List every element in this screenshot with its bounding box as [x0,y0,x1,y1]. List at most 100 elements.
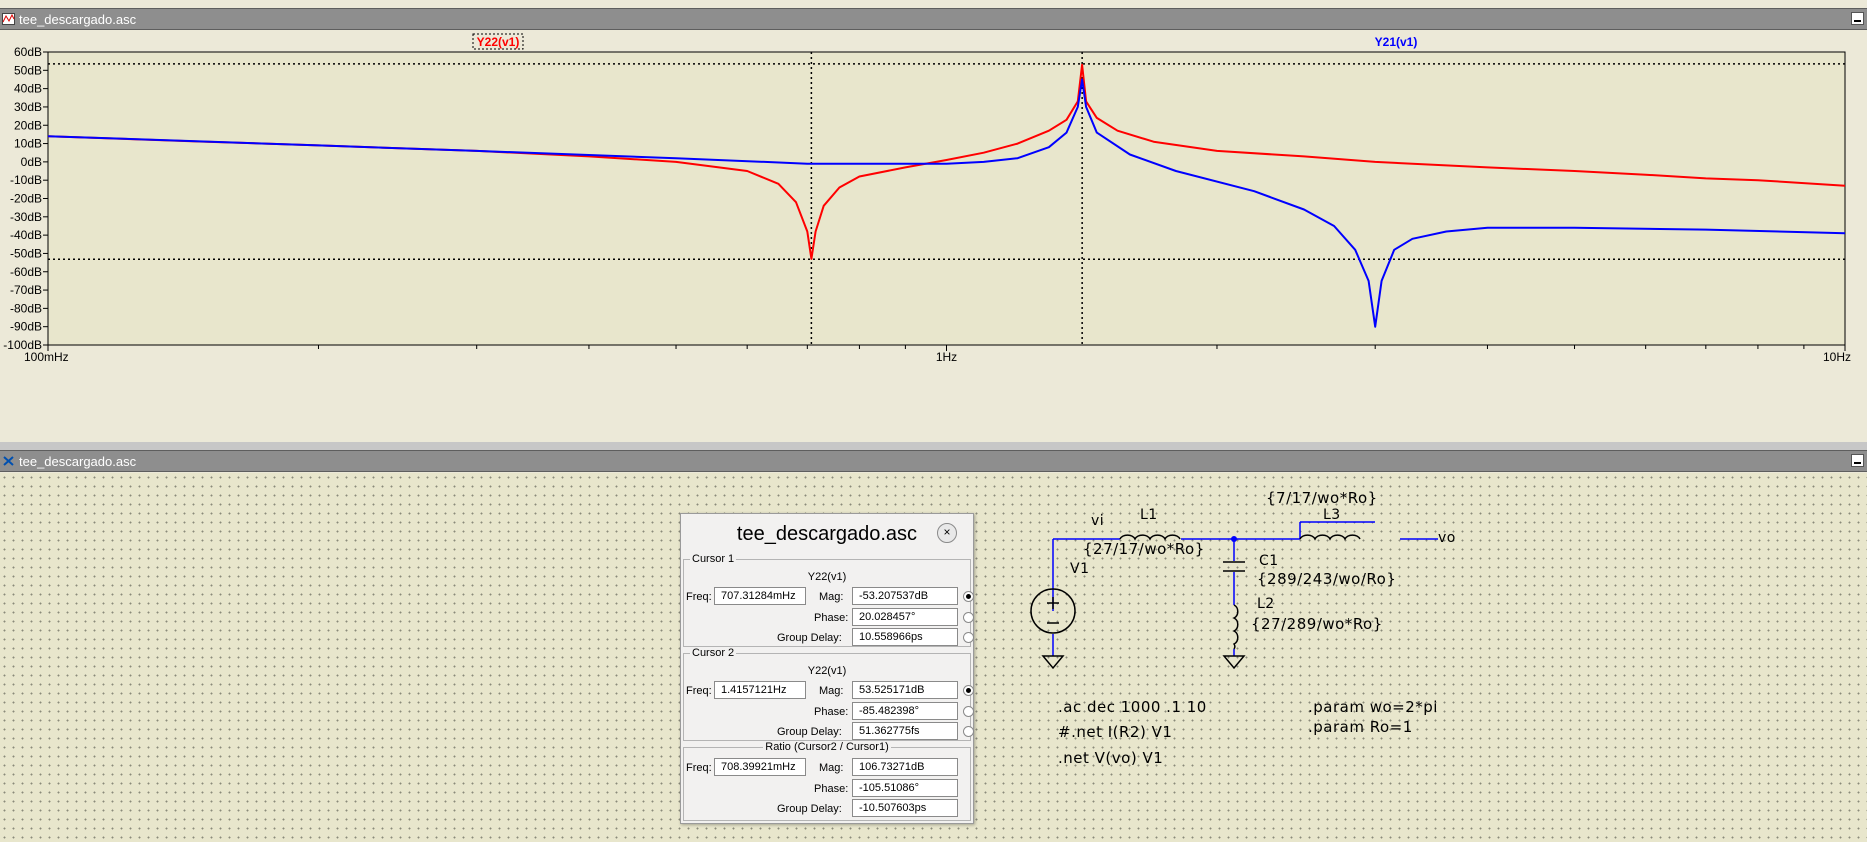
schematic-window-title: tee_descargado.asc [19,454,137,469]
inductor-l2[interactable] [1232,604,1239,650]
y-tick-label: 0dB [21,155,42,169]
cursor2-group-delay-field[interactable]: 51.362775fs [852,722,958,740]
cursor1-phase-field[interactable]: 20.028457° [852,608,958,626]
cursor1-freq-field[interactable]: 707.31284mHz [714,587,806,605]
cursor2-phase-field[interactable]: -85.482398° [852,702,958,720]
spice-directive-param-wo[interactable]: .param wo=2*pi [1308,698,1438,716]
cursor1-label: Cursor 1 [690,553,737,565]
y-tick-label: 30dB [14,100,42,114]
mag-label: Mag: [819,591,844,603]
waveform-window-icon [2,13,15,25]
y-tick-label: -20dB [10,192,42,206]
phase-label: Phase: [814,706,849,718]
y-tick-label: -40dB [10,228,42,242]
inductor-l1[interactable] [1119,534,1181,541]
group-delay-label: Group Delay: [777,803,842,815]
cursor2-trace-name: Y22(v1) [807,665,847,677]
y-tick-label: -90dB [10,320,42,334]
capacitor-c1[interactable] [1223,561,1245,572]
cursor1-mag-radio[interactable] [963,591,974,602]
freq-label: Freq: [686,762,712,774]
inductor-l3[interactable] [1299,534,1361,541]
spice-directive-net[interactable]: .net V(vo) V1 [1058,749,1163,767]
ratio-phase-field[interactable]: -105.51086° [852,779,958,797]
plot-window-title: tee_descargado.asc [19,12,137,27]
component-value-l1[interactable]: {27/17/wo*Ro} [1083,540,1205,558]
ratio-label-text: Ratio (Cursor2 / Cursor1) [763,741,891,753]
y-tick-label: -70dB [10,283,42,297]
component-name-l1[interactable]: L1 [1140,507,1158,523]
mag-label: Mag: [819,762,844,774]
component-value-l2[interactable]: {27/289/wo*Ro} [1251,615,1383,633]
x-tick-label: 10Hz [1823,350,1851,364]
legend-trace-y22[interactable]: Y22(v1) [477,35,520,49]
x-tick-label: 1Hz [936,350,957,364]
y-tick-label: 50dB [14,63,42,77]
freq-label: Freq: [686,591,712,603]
y-axis: 60dB 50dB 40dB 30dB 20dB 10dB 0dB -10dB -20dB -30… [3,45,48,352]
minimize-button[interactable] [1851,12,1864,25]
waveform-plot[interactable]: 60dB 50dB 40dB 30dB 20dB 10dB 0dB -10dB -20dB -30… [0,31,1867,442]
x-axis: 100mHz 1Hz 10Hz [24,345,1851,364]
cursor2-freq-field[interactable]: 1.4157121Hz [714,681,806,699]
mag-label: Mag: [819,685,844,697]
plot-window-titlebar[interactable]: tee_descargado.asc [0,8,1867,30]
y-tick-label: -60dB [10,265,42,279]
y-tick-label: -50dB [10,246,42,260]
schematic-window-titlebar[interactable]: tee_descargado.asc [0,450,1867,472]
ground-symbol[interactable] [1222,655,1246,670]
ratio-freq-field[interactable]: 708.39921mHz [714,758,806,776]
y-tick-label: -10dB [10,173,42,187]
y-tick-label: 40dB [14,82,42,96]
component-name-v1[interactable]: V1 [1070,561,1089,577]
y-tick-label: 10dB [14,137,42,151]
x-tick-label: 100mHz [24,350,69,364]
spice-directive-param-ro[interactable]: .param Ro=1 [1308,718,1413,736]
group-delay-label: Group Delay: [777,726,842,738]
cursor2-mag-radio[interactable] [963,685,974,696]
cursor2-group-delay-radio[interactable] [963,726,974,737]
ratio-group: Ratio (Cursor2 / Cursor1) Freq: 708.3992… [683,741,971,821]
y-tick-label: 60dB [14,45,42,59]
schematic-window-icon [3,456,14,466]
plot-area[interactable] [47,51,1846,346]
net-label-vi[interactable]: vi [1091,513,1104,529]
component-value-c1[interactable]: {289/243/wo/Ro} [1257,570,1396,588]
spice-directive-ac[interactable]: .ac dec 1000 .1 10 [1058,698,1207,716]
close-icon[interactable]: × [937,523,957,543]
ratio-mag-field[interactable]: 106.73271dB [852,758,958,776]
legend-trace-y21[interactable]: Y21(v1) [1375,35,1418,49]
y-tick-label: -30dB [10,210,42,224]
pane-separator[interactable] [0,442,1867,450]
phase-label: Phase: [814,612,849,624]
cursor-dialog[interactable]: tee_descargado.asc × Cursor 1 Y22(v1) Fr… [680,513,974,824]
cursor1-trace-name: Y22(v1) [807,571,847,583]
ratio-group-delay-field[interactable]: -10.507603ps [852,799,958,817]
junction-dot [1231,536,1237,542]
freq-label: Freq: [686,685,712,697]
cursor2-mag-field[interactable]: 53.525171dB [852,681,958,699]
group-delay-label: Group Delay: [777,632,842,644]
spice-directive-net-comment[interactable]: #.net I(R2) V1 [1058,723,1172,741]
ground-symbol[interactable] [1041,655,1065,670]
ratio-label: Ratio (Cursor2 / Cursor1) [684,741,970,753]
net-label-vo[interactable]: vo [1438,530,1456,546]
phase-label: Phase: [814,783,849,795]
cursor1-group-delay-radio[interactable] [963,632,974,643]
cursor2-label: Cursor 2 [690,647,737,659]
cursor1-group: Cursor 1 Y22(v1) Freq: 707.31284mHz Mag:… [683,553,974,647]
component-name-l2[interactable]: L2 [1257,596,1275,612]
component-name-l3[interactable]: L3 [1323,507,1341,523]
plot-pane[interactable]: 60dB 50dB 40dB 30dB 20dB 10dB 0dB -10dB -20dB -30… [0,31,1867,442]
minimize-button[interactable] [1851,454,1864,467]
legend[interactable]: Y22(v1) Y21(v1) [472,33,1418,50]
cursor2-phase-radio[interactable] [963,706,974,717]
cursor2-group: Cursor 2 Y22(v1) Freq: 1.4157121Hz Mag: … [683,647,974,741]
dialog-title[interactable]: tee_descargado.asc [681,519,973,549]
component-value-l3[interactable]: {7/17/wo*Ro} [1266,489,1378,507]
cursor1-group-delay-field[interactable]: 10.558966ps [852,628,958,646]
component-name-c1[interactable]: C1 [1259,553,1279,569]
cursor1-mag-field[interactable]: -53.207537dB [852,587,958,605]
cursor1-phase-radio[interactable] [963,612,974,623]
y-tick-label: -80dB [10,301,42,315]
